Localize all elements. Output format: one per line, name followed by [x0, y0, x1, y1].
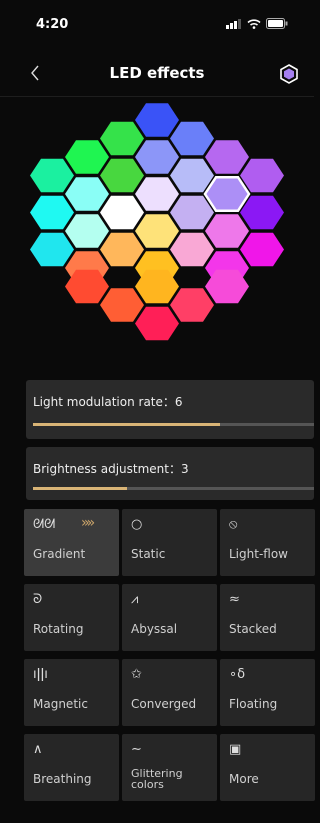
modulation-rate-fill [33, 423, 221, 426]
hex-cell[interactable] [135, 103, 179, 137]
effect-label: Static [131, 547, 166, 561]
hex-cell[interactable] [170, 158, 214, 193]
effect-label: Stacked [229, 622, 277, 636]
hex-cell[interactable] [30, 232, 74, 267]
hex-cell[interactable] [205, 140, 249, 174]
effect-label: Breathing [33, 772, 92, 786]
grid-icon: ▣ [229, 742, 242, 757]
hex-cell[interactable] [100, 288, 144, 322]
effect-rotating-tile[interactable]: ᘐ Rotating [24, 584, 119, 651]
bars-icon: ıǀǀı [33, 667, 48, 682]
hex-cell[interactable] [100, 158, 144, 193]
effect-magnetic-tile[interactable]: ıǀǀı Magnetic [24, 659, 119, 726]
effect-abyssal-tile[interactable]: ⩘ Abyssal [122, 584, 217, 651]
hex-cell[interactable] [240, 195, 284, 230]
modulation-rate-label: Light modulation rate：6 [33, 395, 183, 409]
hex-cell[interactable] [170, 232, 214, 267]
hex-cell[interactable] [100, 232, 144, 267]
hex-cell[interactable] [30, 195, 74, 230]
battery-icon [266, 18, 288, 29]
light-flow-icon: ⦸ [229, 517, 238, 532]
hex-cell[interactable] [100, 195, 144, 230]
hexagon-device-icon [280, 64, 298, 84]
hex-cell[interactable] [65, 177, 109, 211]
hex-grid [30, 103, 284, 341]
effect-glittering-colors-tile[interactable]: ∼ Glittering colors [122, 734, 217, 801]
effect-label: Converged [131, 697, 197, 711]
spiral-icon: ᘐ [33, 592, 43, 607]
device-button[interactable] [279, 64, 299, 84]
modulation-rate-slider-card: Light modulation rate：6 [26, 380, 314, 439]
hex-panel-preview [0, 98, 314, 368]
effect-static-tile[interactable]: ○ Static [122, 509, 217, 576]
signal-icon [226, 18, 241, 29]
hex-cell[interactable] [170, 121, 214, 156]
status-bar: 4:20 [0, 0, 314, 48]
circle-icon: ○ [131, 517, 143, 532]
hex-cell[interactable] [135, 306, 179, 341]
status-icons [226, 18, 288, 29]
waves-icon: ≈ [229, 592, 240, 607]
bubbles-icon: ∘δ [229, 667, 246, 682]
arc-icon: ∧ [33, 742, 43, 757]
gradient-icon: ᘛᘛ [33, 517, 56, 532]
hex-cell[interactable] [30, 158, 74, 193]
hex-cell[interactable] [65, 140, 109, 174]
effect-label: Glittering colors [131, 767, 183, 791]
effect-breathing-tile[interactable]: ∧ Breathing [24, 734, 119, 801]
hex-cell[interactable] [170, 195, 214, 230]
star-icon: ✩ [131, 667, 142, 682]
effect-gradient-tile[interactable]: ᘛᘛ »» Gradient [24, 509, 119, 576]
page-title: LED effects [109, 64, 205, 82]
brightness-slider[interactable] [33, 487, 314, 490]
effect-label: Light-flow [229, 547, 288, 561]
hex-cell[interactable] [65, 214, 109, 248]
hex-cell[interactable] [205, 214, 249, 248]
effect-label: Gradient [33, 547, 86, 561]
effect-light-flow-tile[interactable]: ⦸ Light-flow [220, 509, 315, 576]
hex-cell[interactable] [135, 140, 179, 174]
pulse-icon: ⩘ [131, 592, 139, 607]
hex-cell[interactable] [170, 288, 214, 322]
status-time: 4:20 [36, 17, 69, 32]
brightness-fill [33, 487, 127, 490]
hex-cell[interactable] [240, 158, 284, 193]
tilde-icon: ∼ [131, 742, 142, 757]
wifi-icon [247, 18, 261, 29]
effect-label: More [229, 772, 259, 786]
brightness-label: Brightness adjustment：3 [33, 462, 189, 476]
effect-label: Abyssal [131, 622, 178, 636]
effect-label: Rotating [33, 622, 84, 636]
effect-converged-tile[interactable]: ✩ Converged [122, 659, 217, 726]
effect-stacked-tile[interactable]: ≈ Stacked [220, 584, 315, 651]
hex-cell[interactable] [135, 177, 179, 211]
effect-label: Floating [229, 697, 278, 711]
selected-arrows-icon: »» [81, 515, 95, 531]
effect-label: Magnetic [33, 697, 88, 711]
nav-bar: LED effects [0, 52, 314, 97]
effect-floating-tile[interactable]: ∘δ Floating [220, 659, 315, 726]
hex-cell[interactable] [203, 175, 251, 213]
effect-more-tile[interactable]: ▣ More [220, 734, 315, 801]
hex-cell[interactable] [100, 121, 144, 156]
hex-cell[interactable] [240, 232, 284, 267]
brightness-slider-card: Brightness adjustment：3 [26, 447, 314, 500]
hex-cell[interactable] [135, 214, 179, 248]
modulation-rate-slider[interactable] [33, 423, 314, 426]
